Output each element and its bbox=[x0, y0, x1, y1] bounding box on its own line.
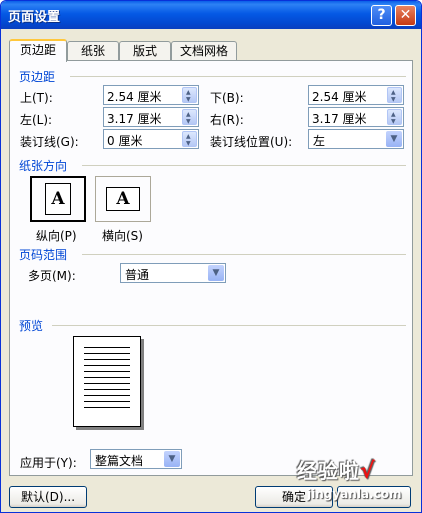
gutter-position-select[interactable]: 左 ▼ bbox=[308, 129, 404, 149]
top-margin-spinner[interactable]: 2.54 厘米 ▲ ▼ bbox=[103, 85, 199, 105]
spin-arrows-icon[interactable]: ▲ ▼ bbox=[387, 109, 402, 125]
tab-layout[interactable]: 版式 bbox=[119, 41, 171, 61]
apply-to-select[interactable]: 整篇文档 ▼ bbox=[90, 449, 182, 469]
tab-paper[interactable]: 纸张 bbox=[67, 41, 119, 61]
top-margin-label: 上(T): bbox=[20, 91, 53, 105]
dialog-title: 页面设置 bbox=[8, 10, 61, 25]
pages-section-title: 页码范围 bbox=[19, 248, 68, 262]
spin-arrows-icon[interactable]: ▲ ▼ bbox=[182, 87, 197, 103]
watermark-logo: 经验啦√ bbox=[297, 459, 376, 484]
divider bbox=[70, 76, 406, 77]
page-setup-dialog: 页面设置 ? ✕ 页边距 纸张 版式 文档网格 页边距 上(T): 2.54 厘… bbox=[0, 0, 422, 513]
preview-text-line bbox=[84, 377, 130, 378]
bottom-margin-value: 2.54 厘米 bbox=[312, 90, 367, 104]
portrait-button[interactable]: A bbox=[30, 176, 86, 222]
bottom-margin-spinner[interactable]: 2.54 厘米 ▲ ▼ bbox=[308, 85, 404, 105]
preview-text-line bbox=[84, 395, 130, 396]
help-button[interactable]: ? bbox=[371, 5, 392, 26]
left-margin-value: 3.17 厘米 bbox=[107, 112, 162, 126]
chevron-down-icon[interactable]: ▼ bbox=[208, 265, 224, 281]
chevron-down-icon[interactable]: ▼ bbox=[386, 131, 402, 147]
preview-section-title: 预览 bbox=[19, 319, 44, 333]
orientation-section-title: 纸张方向 bbox=[19, 159, 68, 173]
divider bbox=[82, 165, 406, 166]
portrait-label[interactable]: 纵向(P) bbox=[36, 227, 77, 244]
preview-text-line bbox=[84, 371, 130, 372]
portrait-page-icon: A bbox=[45, 183, 71, 215]
gutter-position-label: 装订线位置(U): bbox=[210, 135, 293, 149]
left-margin-label: 左(L): bbox=[20, 113, 53, 127]
right-margin-value: 3.17 厘米 bbox=[312, 112, 367, 126]
gutter-value: 0 厘米 bbox=[107, 134, 143, 148]
right-margin-label: 右(R): bbox=[210, 113, 244, 127]
check-icon: √ bbox=[360, 459, 376, 484]
margins-section-title: 页边距 bbox=[19, 70, 56, 84]
preview-text-line bbox=[84, 347, 130, 348]
preview-text-line bbox=[84, 365, 130, 366]
tab-margins[interactable]: 页边距 bbox=[9, 39, 67, 62]
landscape-label[interactable]: 横向(S) bbox=[102, 227, 143, 244]
spin-arrows-icon[interactable]: ▲ ▼ bbox=[182, 131, 197, 147]
gutter-position-value: 左 bbox=[313, 134, 326, 148]
preview-text-line bbox=[84, 389, 130, 390]
spin-arrows-icon[interactable]: ▲ ▼ bbox=[387, 87, 402, 103]
multiple-pages-select[interactable]: 普通 ▼ bbox=[120, 263, 226, 283]
preview-page bbox=[73, 336, 141, 427]
divider bbox=[82, 254, 406, 255]
preview-text-line bbox=[84, 359, 130, 360]
divider bbox=[52, 325, 406, 326]
close-button[interactable]: ✕ bbox=[395, 5, 416, 26]
apply-to-label: 应用于(Y): bbox=[20, 456, 77, 470]
title-bar[interactable]: 页面设置 ? ✕ bbox=[1, 1, 421, 29]
bottom-margin-label: 下(B): bbox=[210, 91, 244, 105]
gutter-spinner[interactable]: 0 厘米 ▲ ▼ bbox=[103, 129, 199, 149]
margins-tab-panel: 页边距 上(T): 2.54 厘米 ▲ ▼ 下(B): 2.54 厘米 ▲ ▼ 左(… bbox=[9, 60, 413, 476]
preview-text-line bbox=[84, 401, 130, 402]
preview-text-line bbox=[84, 353, 130, 354]
gutter-label: 装订线(G): bbox=[20, 135, 79, 149]
landscape-page-icon: A bbox=[106, 187, 140, 211]
landscape-button[interactable]: A bbox=[95, 176, 151, 222]
left-margin-spinner[interactable]: 3.17 厘米 ▲ ▼ bbox=[103, 107, 199, 127]
right-margin-spinner[interactable]: 3.17 厘米 ▲ ▼ bbox=[308, 107, 404, 127]
multiple-pages-label: 多页(M): bbox=[28, 269, 76, 283]
top-margin-value: 2.54 厘米 bbox=[107, 90, 162, 104]
spin-arrows-icon[interactable]: ▲ ▼ bbox=[182, 109, 197, 125]
tab-document-grid[interactable]: 文档网格 bbox=[171, 41, 237, 61]
preview-text-line bbox=[84, 383, 130, 384]
default-button[interactable]: 默认(D)... bbox=[9, 486, 87, 508]
watermark-url: jingyanla.com bbox=[307, 487, 402, 501]
apply-to-value: 整篇文档 bbox=[95, 454, 144, 468]
chevron-down-icon[interactable]: ▼ bbox=[164, 451, 180, 467]
preview-text-line bbox=[84, 407, 130, 408]
multiple-pages-value: 普通 bbox=[125, 268, 150, 282]
